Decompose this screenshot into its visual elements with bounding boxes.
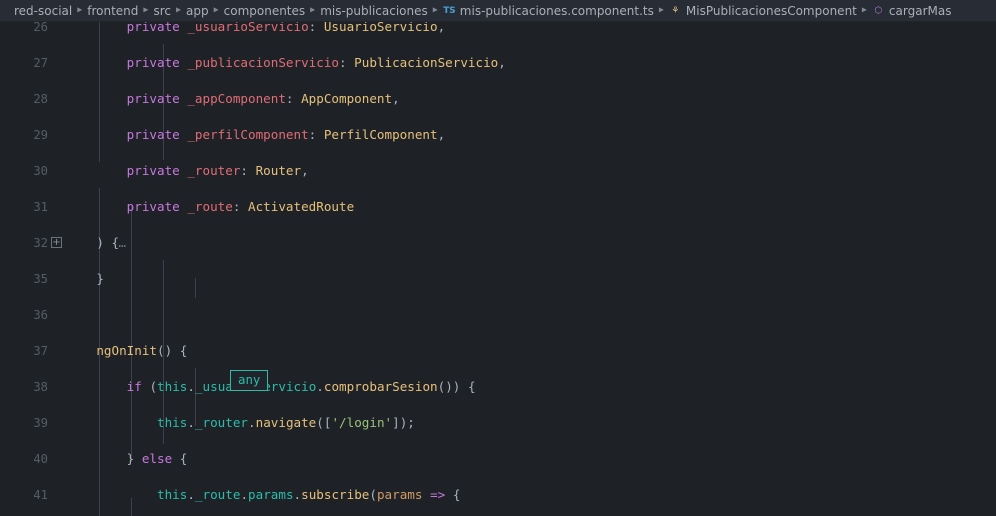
code-line[interactable]: 40 } else { (0, 450, 996, 468)
type-hover-tooltip: any (230, 370, 269, 391)
line-content: private _perfilComponent: PerfilComponen… (126, 127, 446, 142)
breadcrumb-separator-icon: ▸ (143, 4, 149, 16)
line-number: 36 (33, 308, 48, 322)
code-line[interactable]: 41 this._route.params.subscribe(params =… (0, 486, 996, 504)
breadcrumb-separator-icon: ▸ (77, 4, 83, 16)
breadcrumb-separator-icon: ▸ (658, 4, 664, 16)
breadcrumb-item-src[interactable]: src (153, 4, 171, 18)
breadcrumb-label: MisPublicacionesComponent (685, 3, 857, 18)
breadcrumb-item-file[interactable]: TS mis-publicaciones.component.ts (443, 4, 654, 18)
breadcrumb-label: frontend (87, 3, 139, 18)
line-content: this._route.params.subscribe(params => { (157, 487, 461, 502)
breadcrumb-item-class[interactable]: ⚘ MisPublicacionesComponent (669, 4, 857, 18)
line-content: private _usuarioServicio: UsuarioServici… (126, 22, 446, 34)
code-line[interactable]: 26 private _usuarioServicio: UsuarioServ… (0, 22, 996, 36)
breadcrumb-separator-icon: ▸ (175, 4, 181, 16)
breadcrumb-label: mis-publicaciones.component.ts (459, 3, 654, 18)
line-content: private _appComponent: AppComponent, (126, 91, 400, 106)
typescript-file-icon: TS (443, 5, 456, 16)
line-content: private _router: Router, (126, 163, 309, 178)
line-number: 27 (33, 56, 48, 70)
line-number: 31 (33, 200, 48, 214)
code-line[interactable]: 29 private _perfilComponent: PerfilCompo… (0, 126, 996, 144)
line-number: 28 (33, 92, 48, 106)
breadcrumb-separator-icon: ▸ (861, 4, 867, 16)
line-content: this._router.navigate(['/login']); (157, 415, 415, 430)
method-symbol-icon: ⬡ (874, 5, 883, 16)
line-content: ngOnInit() { (96, 343, 188, 358)
line-number: 38 (33, 380, 48, 394)
code-line[interactable]: 31 private _route: ActivatedRoute (0, 198, 996, 216)
breadcrumb: red-social ▸ frontend ▸ src ▸ app ▸ comp… (0, 0, 996, 22)
line-number: 40 (33, 452, 48, 466)
line-content: private _route: ActivatedRoute (126, 199, 355, 214)
breadcrumb-label: mis-publicaciones (320, 3, 428, 18)
breadcrumb-item-frontend[interactable]: frontend (87, 4, 138, 18)
fold-expand-icon[interactable]: + (51, 237, 62, 248)
breadcrumb-label: componentes (223, 3, 306, 18)
line-number: 30 (33, 164, 48, 178)
class-symbol-icon: ⚘ (671, 5, 680, 16)
breadcrumb-separator-icon: ▸ (310, 4, 316, 16)
code-line[interactable]: 28 private _appComponent: AppComponent, (0, 90, 996, 108)
line-number: 26 (33, 22, 48, 34)
breadcrumb-label: cargarMas (888, 3, 952, 18)
code-line[interactable]: 32 + ) {… (0, 234, 996, 252)
breadcrumb-label: red-social (14, 3, 73, 18)
breadcrumb-separator-icon: ▸ (213, 4, 219, 16)
line-number: 32 (33, 236, 48, 250)
code-line[interactable]: 27 private _publicacionServicio: Publica… (0, 54, 996, 72)
line-number: 37 (33, 344, 48, 358)
code-line[interactable]: 37 ngOnInit() { (0, 342, 996, 360)
breadcrumb-item-componentes[interactable]: componentes (224, 4, 306, 18)
breadcrumb-item-method[interactable]: ⬡ cargarMas (872, 3, 952, 18)
line-number: 35 (33, 272, 48, 286)
code-line[interactable]: 39 this._router.navigate(['/login']); (0, 414, 996, 432)
code-line[interactable]: 30 private _router: Router, (0, 162, 996, 180)
code-line[interactable]: 35 } (0, 270, 996, 288)
line-number: 41 (33, 488, 48, 502)
breadcrumb-separator-icon: ▸ (432, 4, 438, 16)
line-content: ) {… (66, 235, 127, 250)
code-line[interactable]: 36 (0, 306, 996, 324)
breadcrumb-label: src (153, 3, 171, 18)
breadcrumb-item-app[interactable]: app (186, 4, 209, 18)
line-number: 39 (33, 416, 48, 430)
breadcrumb-item-red-social[interactable]: red-social (14, 4, 72, 18)
code-line[interactable]: 38 if (this._usuarioServicio.comprobarSe… (0, 378, 996, 396)
line-content: } else { (66, 451, 188, 466)
line-content: private _publicacionServicio: Publicacio… (126, 55, 506, 70)
line-content: if (this._usuarioServicio.comprobarSesio… (126, 379, 476, 394)
breadcrumb-label: app (186, 3, 209, 18)
line-number: 29 (33, 128, 48, 142)
code-editor[interactable]: 26 private _usuarioServicio: UsuarioServ… (0, 22, 996, 516)
line-content: } (66, 271, 104, 286)
breadcrumb-item-mis-publicaciones[interactable]: mis-publicaciones (320, 4, 428, 18)
